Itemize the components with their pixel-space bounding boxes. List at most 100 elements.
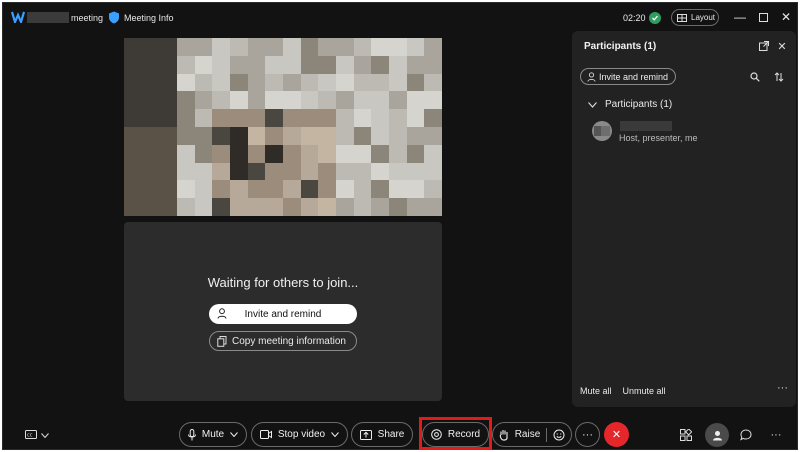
search-icon[interactable] [749,71,761,83]
reaction-icon[interactable] [553,429,565,441]
close-icon[interactable]: ✕ [779,10,793,24]
video-pixel [318,180,337,199]
video-pixel [389,198,408,216]
video-pixel [230,91,249,110]
avatar [592,121,612,141]
video-pixel [300,180,319,199]
video-pixel [371,162,390,181]
sort-icon[interactable] [773,71,785,83]
mute-all-button[interactable]: Mute all [580,386,612,396]
panel-more-icon[interactable]: ··· [777,382,788,394]
video-pixel [247,180,266,199]
video-pixel [247,144,266,164]
invite-label: Invite and remind [244,308,322,320]
participants-section-header[interactable]: Participants (1) [588,99,672,110]
video-pixel [265,180,284,199]
minimize-icon[interactable]: — [733,10,747,24]
video-pixel [336,162,355,181]
video-pixel [406,162,425,181]
maximize-icon[interactable] [756,10,770,24]
video-pixel [336,180,355,199]
layout-button[interactable]: Layout [671,9,719,26]
video-pixel [159,162,178,181]
self-video-tile[interactable] [124,38,442,216]
video-pixel [159,180,178,199]
video-pixel [389,91,408,110]
video-pixel [406,73,425,92]
unmute-all-button[interactable]: Unmute all [623,386,666,396]
section-label: Participants (1) [605,99,673,110]
shield-icon[interactable] [108,11,120,24]
panel-close-icon[interactable]: ✕ [776,40,788,53]
person-icon [587,72,596,82]
video-pixel [124,127,143,146]
participant-row[interactable]: Host, presenter, me [592,121,782,145]
video-pixel [194,162,213,181]
video-pixel [212,55,231,75]
chevron-down-icon[interactable] [230,432,238,437]
video-pixel [124,73,143,92]
video-pixel [230,127,249,146]
invite-and-remind-button[interactable]: Invite and remind [209,304,357,324]
video-pixel [212,127,231,146]
copy-icon [217,336,227,347]
video-pixel [159,91,178,110]
video-pixel [247,198,266,216]
video-pixel [230,180,249,199]
video-pixel [230,109,249,128]
apps-icon[interactable] [678,427,694,443]
video-pixel [212,91,231,110]
video-pixel [177,162,196,181]
video-pixel [230,38,249,57]
video-pixel [247,127,266,146]
video-pixel [406,38,425,57]
video-pixel [353,38,372,57]
copy-meeting-info-button[interactable]: Copy meeting information [209,331,357,351]
video-pixel [194,55,213,75]
video-pixel [212,73,231,92]
video-pixel [265,38,284,57]
stop-video-button[interactable]: Stop video [251,422,348,447]
svg-text:cc: cc [27,433,33,439]
video-pixel [265,144,284,164]
meeting-info-link[interactable]: Meeting Info [124,13,174,23]
more-options-button[interactable]: ··· [575,422,600,447]
video-pixel [141,38,160,57]
video-pixel [124,91,143,110]
record-highlight-box [419,417,492,450]
chevron-down-icon[interactable] [331,432,340,437]
video-pixel [265,91,284,110]
video-pixel [283,144,302,164]
copy-label: Copy meeting information [232,335,346,347]
video-pixel [406,55,425,75]
video-pixel [194,38,213,57]
video-pixel [424,180,442,199]
encryption-badge-icon[interactable] [649,12,661,24]
raise-button[interactable]: Raise [492,422,572,447]
video-pixel [177,38,196,57]
video-pixel [336,198,355,216]
more-icon[interactable]: ··· [768,427,784,443]
video-pixel [389,127,408,146]
captions-button[interactable]: cc [25,427,55,443]
video-pixel [159,38,178,57]
video-pixel [124,109,143,128]
redacted-title [27,12,69,23]
video-pixel [353,144,372,164]
participants-icon[interactable] [705,423,729,447]
video-pixel [300,127,319,146]
end-call-icon[interactable]: ✕ [604,422,629,447]
video-pixel [159,109,178,128]
share-button[interactable]: Share [351,422,413,447]
video-pixel [424,198,442,216]
video-pixel [389,180,408,199]
panel-invite-button[interactable]: Invite and remind [580,68,676,85]
popout-icon[interactable] [758,40,770,52]
video-pixel [247,38,266,57]
meeting-timer: 02:20 [623,13,646,23]
video-pixel [318,91,337,110]
video-pixel [424,127,442,146]
video-pixel [318,38,337,57]
chat-icon[interactable] [738,427,754,443]
mute-button[interactable]: Mute [179,422,247,447]
